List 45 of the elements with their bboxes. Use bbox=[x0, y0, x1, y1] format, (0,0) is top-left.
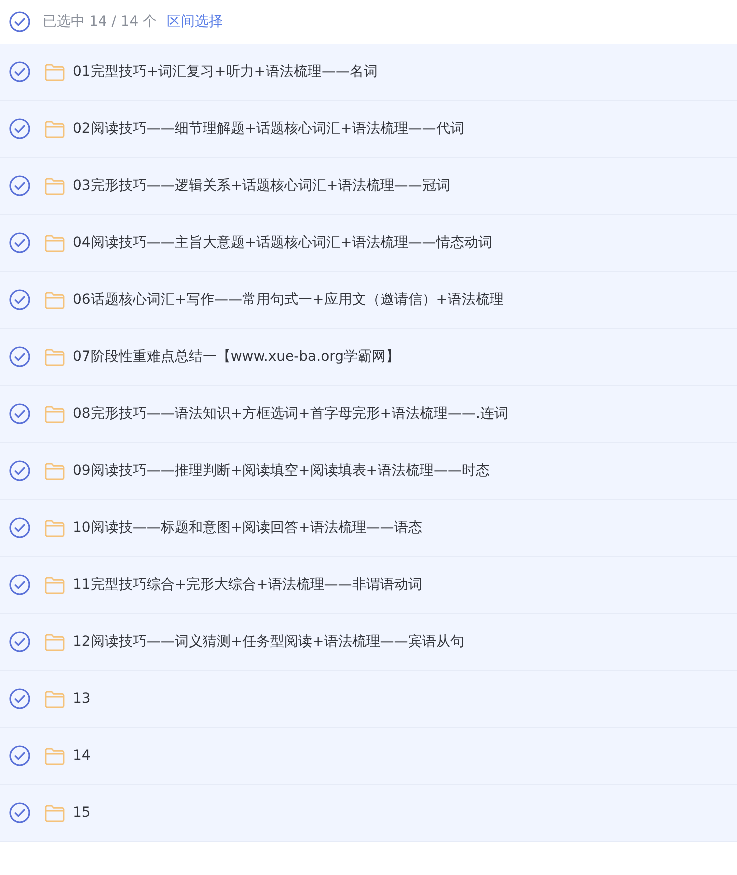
check-circle-icon[interactable] bbox=[9, 631, 31, 653]
folder-name[interactable]: 03完形技巧——逻辑关系+话题核心词汇+语法梳理——冠词 bbox=[73, 177, 450, 195]
check-circle-icon[interactable] bbox=[9, 688, 31, 710]
check-circle-icon[interactable] bbox=[9, 289, 31, 311]
folder-icon bbox=[45, 406, 65, 422]
folder-name[interactable]: 12阅读技巧——词义猜测+任务型阅读+语法梳理——宾语从句 bbox=[73, 633, 464, 651]
check-circle-icon[interactable] bbox=[9, 460, 31, 482]
check-circle-icon[interactable] bbox=[9, 802, 31, 824]
folder-icon bbox=[45, 462, 65, 480]
folder-name[interactable]: 10阅读技——标题和意图+阅读回答+语法梳理——语态 bbox=[73, 519, 422, 537]
folder-icon bbox=[45, 748, 65, 764]
folder-icon bbox=[45, 348, 65, 366]
folder-name[interactable]: 11完型技巧综合+完形大综合+语法梳理——非谓语动词 bbox=[73, 576, 422, 594]
check-circle-icon[interactable] bbox=[9, 517, 31, 539]
folder-name[interactable]: 08完形技巧——语法知识+方框选词+首字母完形+语法梳理——.连词 bbox=[73, 405, 508, 423]
folder-icon bbox=[45, 576, 65, 594]
folder-name[interactable]: 09阅读技巧——推理判断+阅读填空+阅读填表+语法梳理——时态 bbox=[73, 462, 490, 480]
folder-icon bbox=[45, 804, 65, 822]
folder-icon bbox=[45, 520, 65, 536]
check-circle-icon[interactable] bbox=[9, 745, 31, 767]
folder-icon bbox=[45, 120, 65, 138]
folder-icon bbox=[45, 178, 65, 194]
folder-name[interactable]: 06话题核心词汇+写作——常用句式一+应用文（邀请信）+语法梳理 bbox=[73, 291, 504, 309]
folder-name[interactable]: 01完型技巧+词汇复习+听力+语法梳理——名词 bbox=[73, 63, 378, 81]
check-circle-icon[interactable] bbox=[9, 346, 31, 368]
check-circle-icon[interactable] bbox=[9, 61, 31, 83]
range-select-link[interactable]: 区间选择 bbox=[167, 13, 224, 31]
selection-count: 已选中 14 / 14 个 bbox=[43, 13, 158, 31]
check-circle-icon[interactable] bbox=[9, 175, 31, 197]
check-circle-icon[interactable] bbox=[9, 118, 31, 140]
check-circle-icon[interactable] bbox=[9, 11, 31, 33]
check-circle-icon[interactable] bbox=[9, 403, 31, 425]
folder-icon bbox=[45, 292, 65, 308]
check-circle-icon[interactable] bbox=[9, 232, 31, 254]
folder-icon bbox=[45, 690, 65, 708]
folder-name[interactable]: 14 bbox=[73, 748, 91, 764]
folder-icon bbox=[45, 234, 65, 252]
folder-icon bbox=[45, 634, 65, 650]
check-circle-icon[interactable] bbox=[9, 574, 31, 596]
folder-icon bbox=[45, 64, 65, 80]
folder-name[interactable]: 13 bbox=[73, 691, 91, 707]
folder-name[interactable]: 04阅读技巧——主旨大意题+话题核心词汇+语法梳理——情态动词 bbox=[73, 234, 492, 252]
folder-name[interactable]: 15 bbox=[73, 805, 91, 821]
folder-name[interactable]: 02阅读技巧——细节理解题+话题核心词汇+语法梳理——代词 bbox=[73, 120, 464, 138]
folder-name[interactable]: 07阶段性重难点总结一【www.xue-ba.org学霸网】 bbox=[73, 348, 400, 366]
